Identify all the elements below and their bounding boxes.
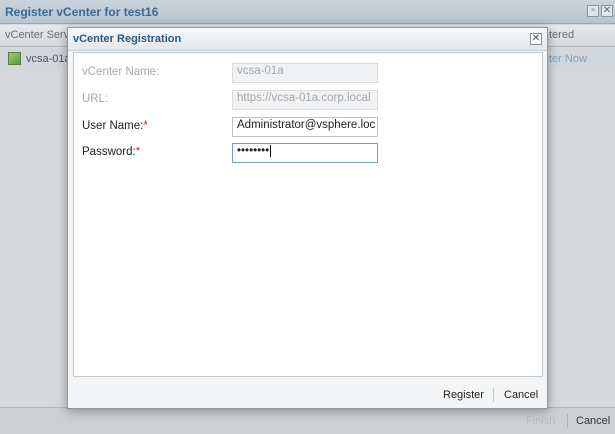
column-vcenter-server[interactable]: vCenter Serv	[5, 29, 69, 41]
window-controls: ▫ ✕	[587, 5, 613, 17]
user-name-label: User Name:*	[82, 120, 148, 132]
vcenter-registration-dialog: vCenter Registration ✕ vCenter Name: vcs…	[67, 27, 548, 409]
dialog-title-bar: vCenter Registration ✕	[68, 28, 547, 51]
user-name-field[interactable]: Administrator@vsphere.loc	[232, 117, 378, 137]
register-button[interactable]: Register	[443, 389, 484, 401]
url-row: URL: https://vcsa-01a.corp.local	[82, 90, 537, 110]
cancel-button[interactable]: Cancel	[504, 389, 538, 401]
vcenter-name-row: vCenter Name: vcsa-01a	[82, 63, 537, 83]
dialog-close-icon[interactable]: ✕	[530, 33, 542, 45]
footer-divider	[493, 388, 494, 402]
vcenter-icon	[8, 52, 21, 65]
window-title-bar: Register vCenter for test16 ▫ ✕	[0, 0, 615, 24]
vcenter-name-field: vcsa-01a	[232, 63, 378, 83]
password-label-text: Password:	[82, 146, 136, 158]
column-registered[interactable]: tered	[549, 29, 574, 41]
password-label: Password:*	[82, 146, 140, 158]
user-name-label-text: User Name:	[82, 120, 144, 132]
url-label: URL:	[82, 93, 109, 105]
password-row: Password:* ••••••••	[82, 143, 537, 163]
url-field: https://vcsa-01a.corp.local	[232, 90, 378, 110]
text-caret	[270, 145, 272, 157]
password-field[interactable]: ••••••••	[232, 143, 378, 163]
outer-cancel-button[interactable]: Cancel	[576, 415, 610, 427]
dialog-footer: Register Cancel	[68, 380, 547, 409]
row-vcenter-name: vcsa-01a	[26, 53, 71, 65]
user-name-row: User Name:* Administrator@vsphere.loc	[82, 117, 537, 137]
register-now-link[interactable]: ter Now	[549, 53, 587, 65]
footer-divider	[567, 414, 568, 428]
window-footer: Finish Cancel	[0, 407, 615, 434]
close-icon[interactable]: ✕	[601, 5, 613, 17]
vcenter-name-label: vCenter Name:	[82, 66, 160, 78]
required-marker: *	[143, 120, 148, 132]
dialog-form: vCenter Name: vcsa-01a URL: https://vcsa…	[73, 52, 543, 377]
finish-button[interactable]: Finish	[526, 415, 555, 427]
window-title: Register vCenter for test16	[5, 4, 159, 19]
password-masked-value: ••••••••	[237, 145, 270, 158]
dialog-title: vCenter Registration	[73, 33, 182, 45]
maximize-icon[interactable]: ▫	[587, 5, 599, 17]
required-marker: *	[135, 146, 141, 158]
